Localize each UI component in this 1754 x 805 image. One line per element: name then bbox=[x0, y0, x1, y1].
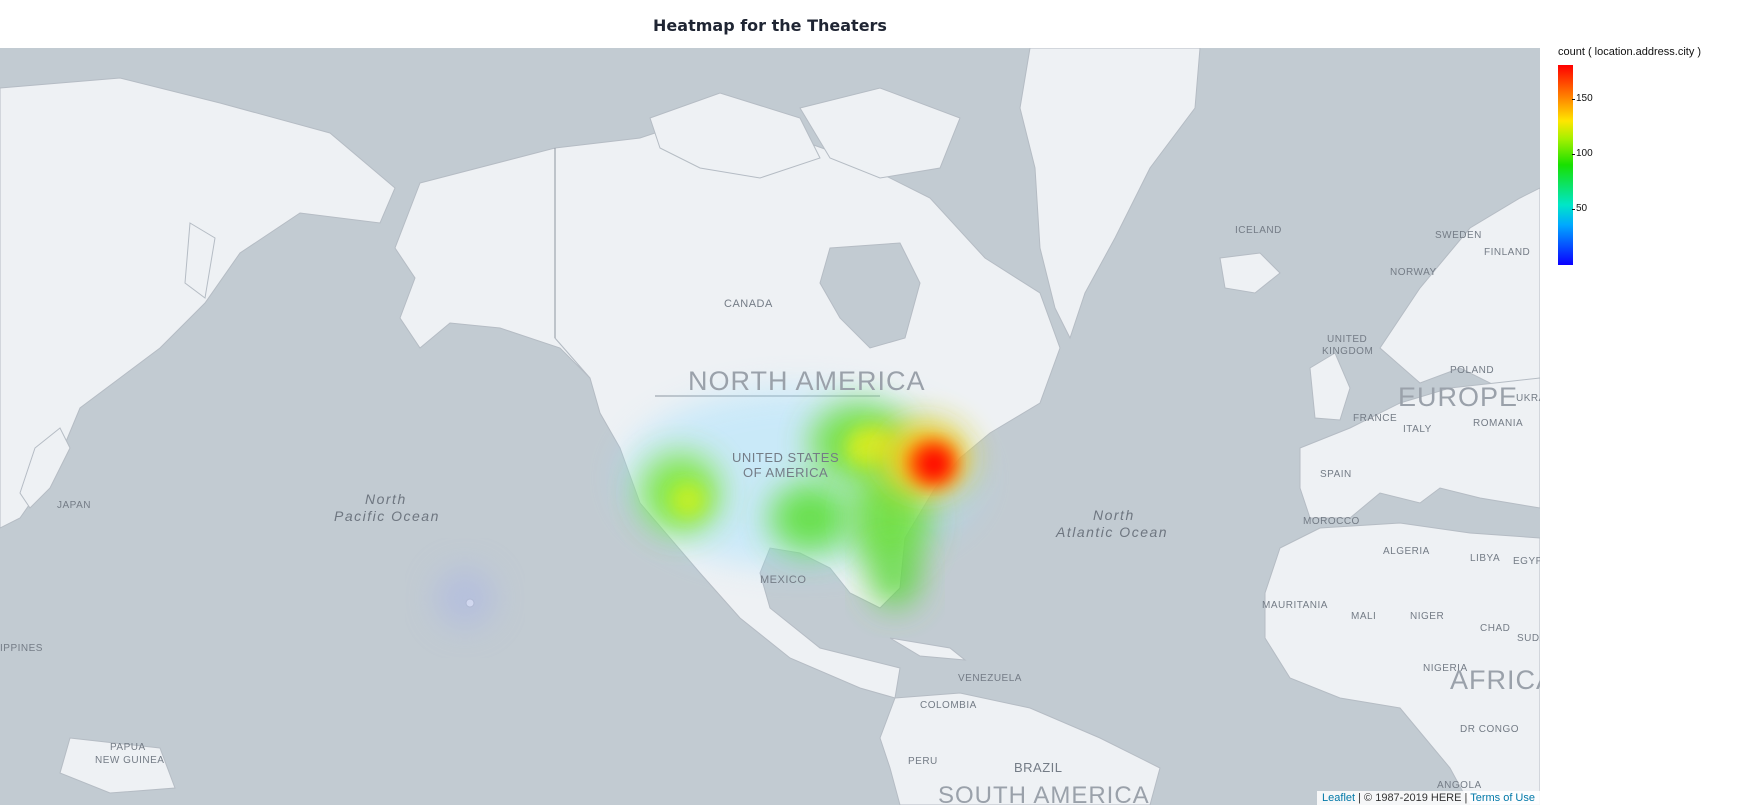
label-north-america: NORTH AMERICA bbox=[688, 366, 926, 396]
label-europe: EUROPE bbox=[1398, 382, 1519, 412]
heat-hawaii bbox=[435, 568, 495, 628]
attribution-text: | © 1987-2019 HERE | bbox=[1355, 792, 1471, 804]
label-uk-1: UNITED bbox=[1327, 334, 1368, 345]
label-chad: CHAD bbox=[1480, 623, 1511, 634]
legend-title: count ( location.address.city ) bbox=[1558, 46, 1702, 58]
label-france: FRANCE bbox=[1353, 413, 1398, 424]
map-view[interactable]: CANADA NORTH AMERICA UNITED STATES OF AM… bbox=[0, 48, 1540, 805]
label-norway: NORWAY bbox=[1390, 267, 1437, 278]
label-sweden: SWEDEN bbox=[1435, 230, 1482, 241]
label-venezuela: VENEZUELA bbox=[958, 673, 1022, 684]
africa-land bbox=[1264, 522, 1540, 805]
cuba-land bbox=[889, 637, 967, 661]
heat-florida bbox=[870, 548, 920, 608]
label-usa-2: OF AMERICA bbox=[743, 465, 829, 480]
label-algeria: ALGERIA bbox=[1383, 546, 1430, 557]
label-philippines: IPPINES bbox=[0, 643, 43, 654]
label-colombia: COLOMBIA bbox=[920, 700, 977, 711]
label-north-pacific-1: North bbox=[365, 491, 407, 507]
greenland-land bbox=[1019, 48, 1201, 340]
scandinavia-land bbox=[1379, 187, 1540, 389]
label-canada: CANADA bbox=[724, 298, 773, 310]
label-angola: ANGOLA bbox=[1437, 780, 1482, 791]
color-legend: count ( location.address.city ) 150 100 … bbox=[1558, 46, 1702, 265]
legend-tick-100: 100 bbox=[1572, 148, 1593, 159]
label-africa: AFRICA bbox=[1450, 665, 1540, 695]
label-mali: MALI bbox=[1351, 611, 1377, 622]
label-north-atlantic-2: Atlantic Ocean bbox=[1056, 524, 1169, 540]
label-ukraine: UKRA bbox=[1516, 393, 1540, 404]
heatmap-layer bbox=[435, 388, 980, 628]
label-finland: FINLAND bbox=[1484, 247, 1531, 258]
legend-color-bar bbox=[1558, 65, 1573, 265]
leaflet-link[interactable]: Leaflet bbox=[1322, 792, 1355, 804]
map-attribution: Leaflet | © 1987-2019 HERE | Terms of Us… bbox=[1317, 791, 1540, 805]
label-usa-1: UNITED STATES bbox=[732, 450, 840, 465]
heat-east-coast-core bbox=[918, 448, 950, 480]
iceland-land bbox=[1219, 252, 1281, 294]
label-north-atlantic-1: North bbox=[1093, 507, 1135, 523]
label-dr-congo: DR CONGO bbox=[1460, 724, 1519, 735]
label-romania: ROMANIA bbox=[1473, 418, 1524, 429]
label-peru: PERU bbox=[908, 756, 938, 767]
label-libya: LIBYA bbox=[1470, 553, 1501, 564]
label-japan: JAPAN bbox=[57, 500, 91, 511]
basemap bbox=[0, 48, 1540, 805]
chart-title: Heatmap for the Theaters bbox=[653, 16, 887, 35]
label-papua-2: NEW GUINEA bbox=[95, 755, 165, 766]
label-niger: NIGER bbox=[1410, 611, 1445, 622]
uk-land bbox=[1309, 352, 1351, 421]
label-brazil: BRAZIL bbox=[1014, 760, 1063, 775]
legend-tick-150: 150 bbox=[1572, 93, 1593, 104]
label-mexico: MEXICO bbox=[760, 574, 807, 586]
label-iceland: ICELAND bbox=[1235, 225, 1282, 236]
label-mauritania: MAURITANIA bbox=[1262, 600, 1328, 611]
label-poland: POLAND bbox=[1450, 365, 1495, 376]
legend-tick-50: 50 bbox=[1571, 203, 1588, 214]
label-papua-1: PAPUA bbox=[110, 742, 146, 753]
heat-texas bbox=[770, 483, 850, 553]
label-italy: ITALY bbox=[1403, 424, 1432, 435]
label-south-america: SOUTH AMERICA bbox=[938, 782, 1150, 805]
heat-west-coast-core bbox=[670, 482, 706, 518]
label-spain: SPAIN bbox=[1320, 469, 1352, 480]
label-north-pacific-2: Pacific Ocean bbox=[334, 508, 440, 524]
label-morocco: MOROCCO bbox=[1303, 516, 1360, 527]
label-sudan: SUDA bbox=[1517, 633, 1540, 644]
label-egypt: EGYPT bbox=[1513, 556, 1540, 567]
label-uk-2: KINGDOM bbox=[1322, 346, 1374, 357]
terms-of-use-link[interactable]: Terms of Use bbox=[1470, 792, 1535, 804]
